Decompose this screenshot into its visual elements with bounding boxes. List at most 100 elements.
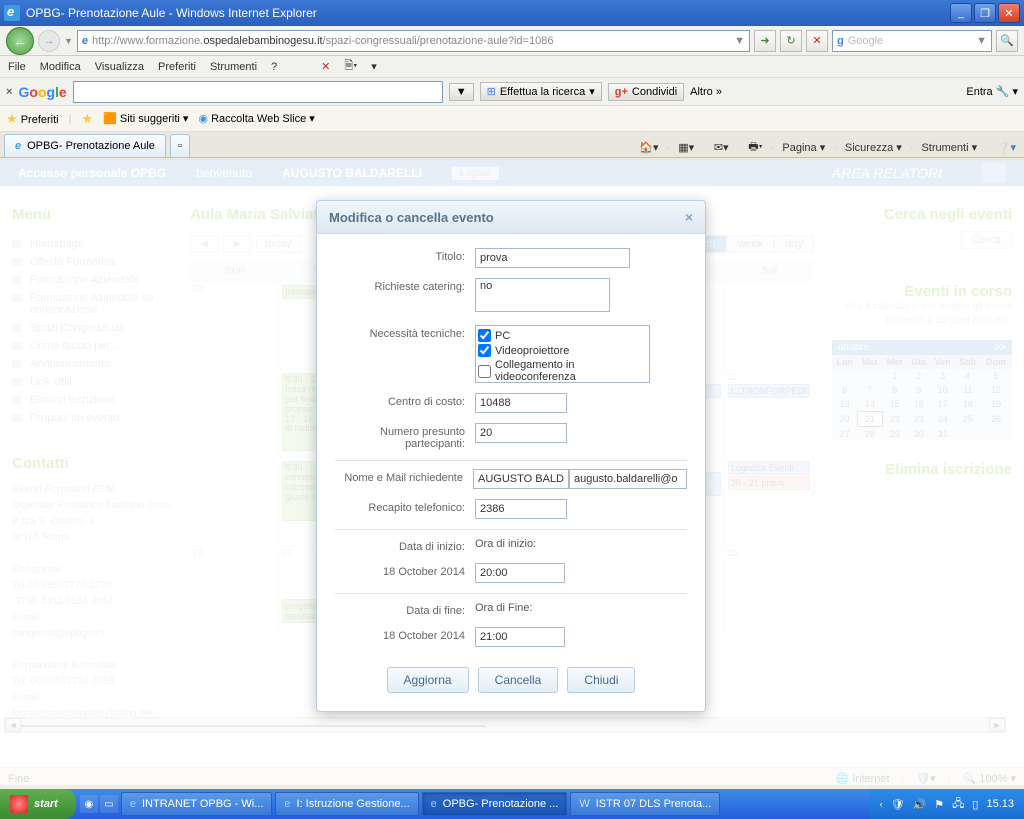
browser-tab[interactable]: e OPBG- Prenotazione Aule: [4, 134, 166, 157]
menu-file[interactable]: File: [8, 61, 26, 73]
task-button[interactable]: eINTRANET OPBG - Wi...: [121, 792, 273, 816]
refresh-button[interactable]: ↻: [780, 30, 802, 52]
menu-help[interactable]: ?: [271, 61, 277, 73]
tray-volume-icon[interactable]: 🔊: [913, 798, 927, 811]
cal-today[interactable]: today: [256, 235, 301, 253]
ql-desktop-icon[interactable]: ▭: [100, 795, 118, 813]
tools-menu[interactable]: Strumenti ▾: [921, 141, 977, 154]
stop-button[interactable]: ✕: [806, 30, 828, 52]
sidebar-item[interactable]: Come faccio per...: [12, 337, 172, 355]
convert-icon[interactable]: 🗎▾: [344, 57, 357, 76]
google-search-button[interactable]: ⊞Effettua la ricerca ▾: [480, 82, 602, 101]
forward-button[interactable]: →: [38, 30, 60, 52]
cal-view-week[interactable]: week: [727, 235, 775, 253]
update-button[interactable]: Aggiorna: [387, 667, 469, 693]
input-ora-fine[interactable]: [475, 627, 565, 647]
label-catering: Richieste catering:: [335, 278, 475, 293]
back-button[interactable]: ←: [6, 27, 34, 55]
scroll-left[interactable]: ◄: [5, 718, 21, 732]
sidebar-item[interactable]: Formazione Aziendale su convocazione: [12, 289, 172, 319]
search-placeholder: Google: [848, 35, 883, 47]
google-search-input[interactable]: [73, 81, 443, 103]
print-icon[interactable]: 🖶▾: [748, 138, 762, 157]
mini-calendar[interactable]: ottobre>> LunMarMerGioVenSabDom 12345 67…: [832, 340, 1012, 441]
input-ora-inizio[interactable]: [475, 563, 565, 583]
address-bar[interactable]: e http://www.formazione.ospedalebambinog…: [77, 30, 750, 52]
sidebar-item[interactable]: Formazione Aziendale: [12, 271, 172, 289]
browser-search[interactable]: g Google ▼: [832, 30, 992, 52]
ie-icon: [4, 5, 20, 21]
cal-prev[interactable]: ◄: [190, 235, 219, 253]
cal-next[interactable]: ►: [223, 235, 252, 253]
input-partecipanti[interactable]: [475, 423, 567, 443]
horizontal-scrollbar[interactable]: ◄ ►: [4, 717, 1006, 733]
zoom-indicator[interactable]: 🔍 100% ▾: [963, 772, 1016, 785]
google-entra[interactable]: Entra 🔧 ▾: [966, 85, 1018, 98]
task-button[interactable]: WISTR 07 DLS Prenota...: [570, 792, 720, 816]
google-share-button[interactable]: g+Condividi: [608, 83, 684, 101]
help-box-icon[interactable]: [982, 163, 1006, 183]
maximize-button[interactable]: ❐: [974, 3, 996, 23]
new-tab-button[interactable]: ▫: [170, 134, 190, 157]
sidebar-item[interactable]: Proponi un evento: [12, 409, 172, 427]
help-icon[interactable]: ❔▾: [997, 141, 1016, 154]
close-window-button[interactable]: ✕: [998, 3, 1020, 23]
sidebar-item[interactable]: Homepage: [12, 235, 172, 253]
input-centro[interactable]: [475, 393, 567, 413]
task-button[interactable]: eI: Istruzione Gestione...: [275, 792, 418, 816]
tray-expand-icon[interactable]: ‹: [880, 799, 883, 809]
delete-button[interactable]: Cancella: [478, 667, 559, 693]
ql-chrome-icon[interactable]: ◉: [80, 795, 98, 813]
google-more[interactable]: Altro »: [690, 86, 722, 98]
input-mail[interactable]: [569, 469, 687, 489]
sidebar-item[interactable]: Elimina iscrizione: [12, 391, 172, 409]
label-data-fine: Data di fine:: [335, 602, 475, 617]
select-icon[interactable]: ▾: [371, 60, 377, 73]
clock[interactable]: 15.13: [986, 798, 1014, 810]
tray-shield-icon[interactable]: 🛡: [891, 798, 905, 811]
menu-preferiti[interactable]: Preferiti: [158, 61, 196, 73]
search-go-button[interactable]: 🔍: [996, 30, 1018, 52]
favorites-button[interactable]: ★ Preferiti: [6, 111, 59, 127]
logout-button[interactable]: Logout: [452, 167, 499, 180]
minimize-button[interactable]: _: [950, 3, 972, 23]
mail-icon[interactable]: ✉▾: [714, 141, 729, 154]
input-nome[interactable]: [473, 469, 569, 489]
input-titolo[interactable]: [475, 248, 630, 268]
cal-view-day[interactable]: day: [774, 235, 814, 253]
close-button[interactable]: Chiudi: [567, 667, 635, 693]
feeds-icon[interactable]: ▦▾: [678, 141, 694, 154]
search-button[interactable]: Cerca: [961, 231, 1012, 249]
chk-videoproiettore[interactable]: Videoproiettore: [478, 343, 647, 358]
task-button-active[interactable]: eOPBG- Prenotazione ...: [422, 792, 568, 816]
sidebar-item[interactable]: Spazi Congressuali: [12, 319, 172, 337]
sidebar-item[interactable]: Announcements: [12, 355, 172, 373]
safety-menu[interactable]: Sicurezza ▾: [845, 141, 902, 154]
taskbar: start ◉ ▭ eINTRANET OPBG - Wi... eI: Ist…: [0, 789, 1024, 819]
x-icon[interactable]: ✕: [321, 60, 330, 73]
home-icon[interactable]: 🏠▾: [639, 141, 658, 154]
menu-modifica[interactable]: Modifica: [40, 61, 81, 73]
go-button[interactable]: ➜: [754, 30, 776, 52]
google-close[interactable]: ×: [6, 86, 12, 98]
site-header: Accesso personale OPBG benvenuto AUGUSTO…: [0, 160, 1024, 186]
chk-pc[interactable]: PC: [478, 328, 647, 343]
modal-close-icon[interactable]: ×: [685, 209, 693, 225]
tray-flag-icon[interactable]: ⚑: [934, 798, 944, 811]
sidebar-item[interactable]: Link Utili: [12, 373, 172, 391]
suggested-sites[interactable]: 🟧 Siti suggeriti ▾: [103, 112, 188, 125]
start-button[interactable]: start: [0, 789, 76, 819]
input-telefono[interactable]: [475, 499, 567, 519]
scroll-right[interactable]: ►: [989, 718, 1005, 732]
input-catering[interactable]: no: [475, 278, 610, 312]
menu-visualizza[interactable]: Visualizza: [95, 61, 144, 73]
sidebar-item[interactable]: Offerta Formativa: [12, 253, 172, 271]
chk-videoconferenza[interactable]: Collegamento in videoconferenza: [478, 358, 647, 383]
tray-network-icon[interactable]: 🖧: [952, 795, 964, 814]
tray-battery-icon[interactable]: ▯: [972, 798, 978, 811]
add-favorite-icon[interactable]: ★: [81, 111, 93, 127]
menu-strumenti[interactable]: Strumenti: [210, 61, 257, 73]
google-search-dropdown[interactable]: ▼: [449, 83, 474, 101]
web-slice[interactable]: ◉ Raccolta Web Slice ▾: [198, 112, 314, 125]
page-menu[interactable]: Pagina ▾: [782, 141, 825, 154]
